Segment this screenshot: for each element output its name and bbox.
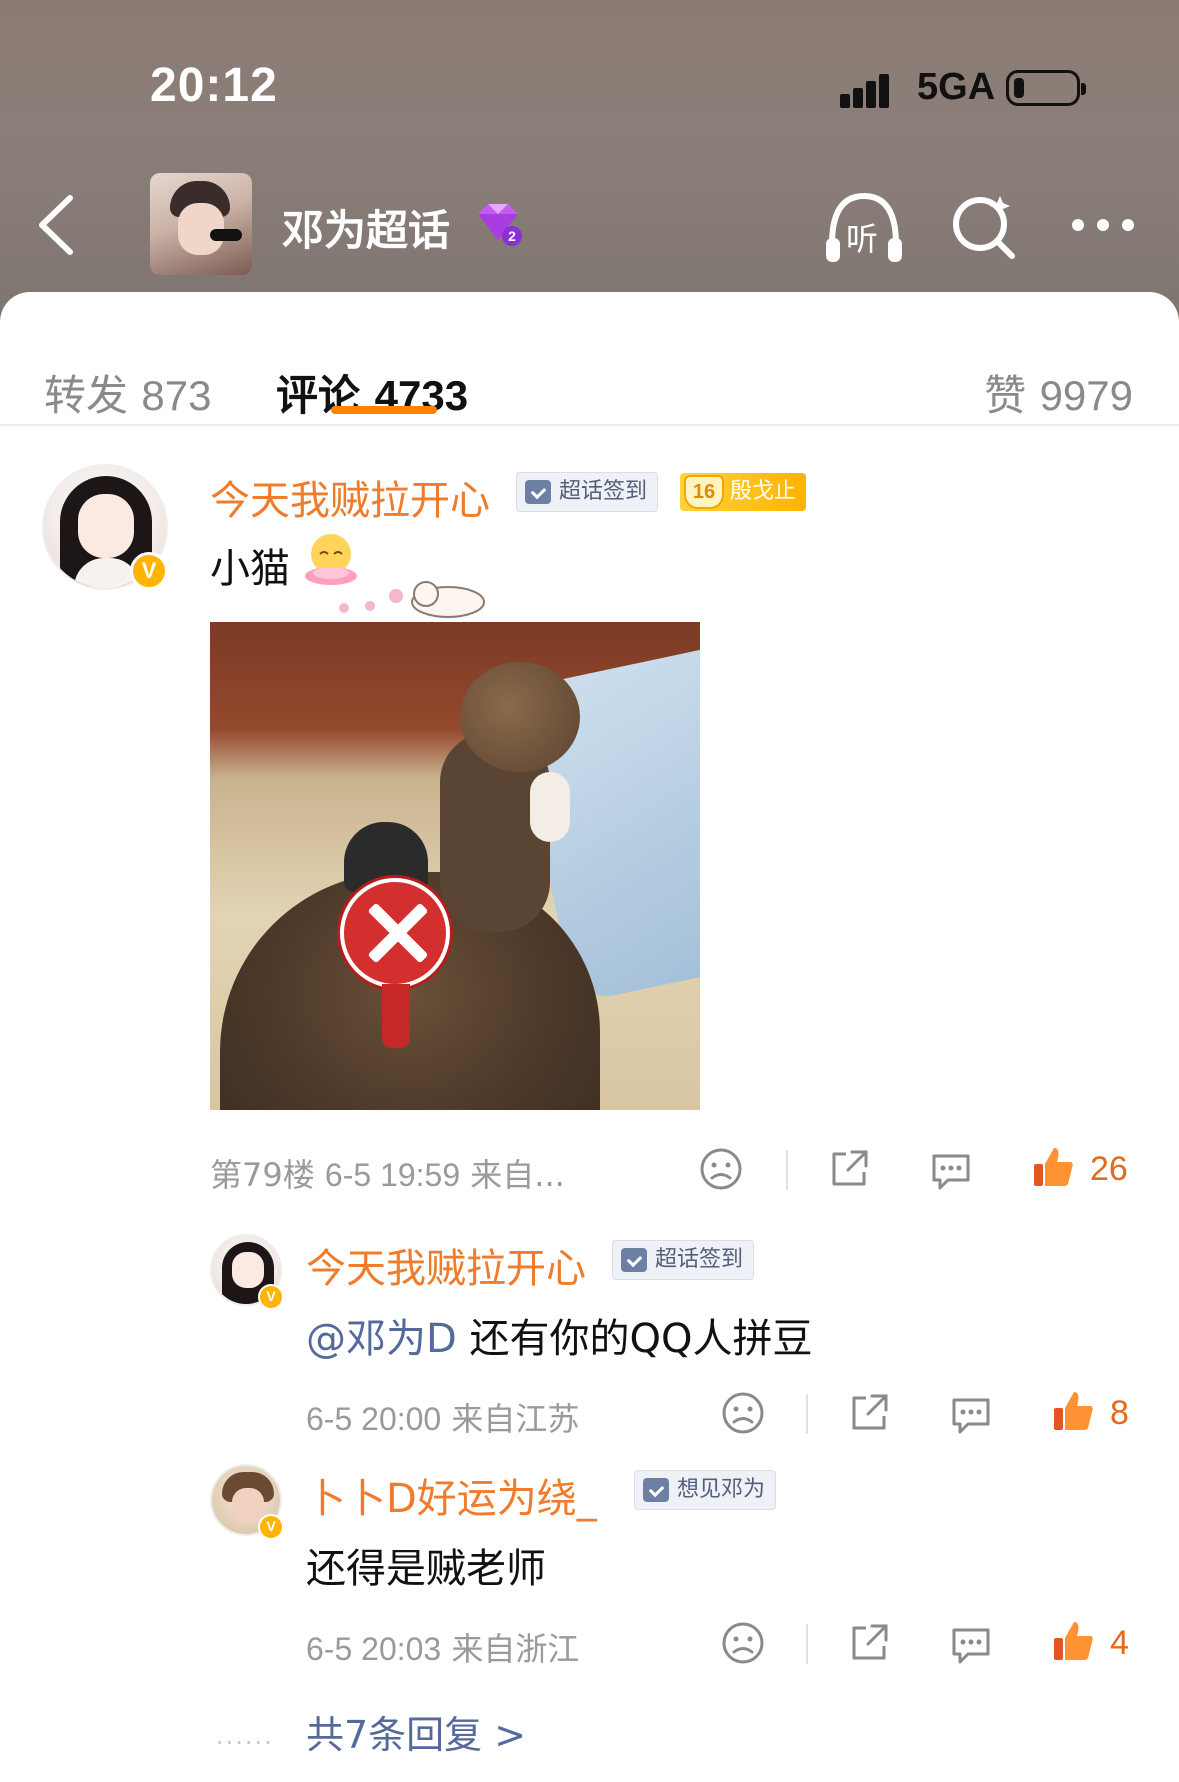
verified-badge-icon: V	[258, 1284, 284, 1310]
comment-source: 来自...	[470, 1156, 565, 1194]
reply-comment-icon[interactable]	[948, 1392, 994, 1438]
calendar-check-icon	[621, 1248, 647, 1272]
signin-tag-label: 超话签到	[559, 479, 648, 504]
tab-repost[interactable]: 转发 873	[44, 362, 211, 423]
topic-title[interactable]: 邓为超话	[282, 197, 450, 258]
tab-repost-count: 873	[141, 372, 212, 419]
topic-avatar[interactable]	[150, 173, 252, 275]
verified-badge-icon: V	[258, 1514, 284, 1540]
calendar-check-icon	[525, 480, 551, 504]
svg-text:2: 2	[508, 228, 516, 244]
more-button[interactable]	[1068, 210, 1138, 240]
share-icon[interactable]	[846, 1390, 892, 1436]
reply-like-count: 4	[1110, 1624, 1129, 1662]
signin-tag-label: 超话签到	[655, 1247, 744, 1272]
reply-like-count: 8	[1110, 1394, 1129, 1432]
thumbs-up-icon[interactable]	[1030, 1144, 1076, 1190]
reply-text: 还得是贼老师	[306, 1546, 546, 1592]
reply-source: 来自浙江	[451, 1630, 580, 1668]
rank-level-icon: 16	[684, 475, 724, 509]
listen-button[interactable]: 听	[822, 188, 906, 268]
more-replies-dots: ......	[216, 1722, 274, 1750]
status-time: 20:12	[150, 59, 278, 112]
fan-tag-label: 想见邓为	[677, 1477, 766, 1502]
more-icon	[1072, 219, 1134, 231]
verified-badge-icon: V	[130, 552, 168, 590]
calendar-check-icon	[643, 1478, 669, 1502]
tab-likes-count: 9979	[1039, 372, 1133, 419]
comment-like-count: 26	[1090, 1150, 1128, 1188]
reply-text: @邓为D 还有你的QQ人拼豆	[306, 1306, 813, 1364]
signal-icon	[840, 68, 900, 108]
search-icon	[953, 196, 1015, 259]
signin-tag[interactable]: 超话签到	[516, 472, 659, 512]
reply-body: 还有你的QQ人拼豆	[456, 1316, 813, 1362]
network-label: 5GA	[917, 66, 996, 108]
dislike-face-icon[interactable]	[720, 1390, 766, 1436]
search-button[interactable]	[950, 190, 1018, 262]
comment-text: 小猫	[210, 546, 290, 592]
listen-label: 听	[846, 220, 879, 258]
action-separator	[806, 1394, 808, 1434]
comment-datetime: 6-5 19:59	[324, 1157, 461, 1193]
reply-username[interactable]: 卜卜D好运为绕_	[306, 1466, 597, 1524]
dislike-face-icon[interactable]	[698, 1146, 744, 1192]
tab-likes-label: 赞	[984, 371, 1027, 420]
comment-meta: 第79楼 6-5 19:59 来自...	[210, 1150, 565, 1196]
tab-likes[interactable]: 赞 9979	[984, 362, 1133, 423]
tab-divider	[0, 424, 1179, 426]
reply-meta: 6-5 20:00 来自江苏	[306, 1394, 579, 1440]
dislike-face-icon[interactable]	[720, 1620, 766, 1666]
reply-comment-icon[interactable]	[928, 1148, 974, 1194]
reply-datetime: 6-5 20:00	[306, 1401, 442, 1437]
comment-image[interactable]	[210, 622, 700, 1110]
comment-floor: 第79楼	[210, 1156, 315, 1194]
mention-link[interactable]: @邓为D	[306, 1316, 457, 1362]
gem-level-icon: 2	[478, 204, 522, 246]
rank-tag-label: 殷戈止	[730, 479, 797, 504]
thumbs-up-icon[interactable]	[1050, 1388, 1096, 1434]
reply-comment-icon[interactable]	[948, 1622, 994, 1668]
more-replies-link[interactable]: 共7条回复 >	[306, 1704, 526, 1759]
back-icon	[39, 195, 73, 255]
reply-meta: 6-5 20:03 来自浙江	[306, 1624, 579, 1670]
tab-repost-label: 转发	[44, 371, 129, 420]
tab-active-indicator	[331, 406, 437, 414]
reply-username[interactable]: 今天我贼拉开心	[306, 1236, 586, 1294]
tab-bar: 转发 873 评论 4733 赞 9979	[0, 322, 1179, 420]
action-separator	[786, 1150, 788, 1190]
battery-icon	[1006, 70, 1086, 106]
signin-tag[interactable]: 超话签到	[612, 1240, 755, 1280]
back-button[interactable]	[30, 190, 90, 260]
battery-fill	[1014, 78, 1024, 98]
fan-tag[interactable]: 想见邓为	[634, 1470, 777, 1510]
share-icon[interactable]	[846, 1620, 892, 1666]
sleeping-cat-sticker-icon	[339, 581, 485, 618]
comment-username[interactable]: 今天我贼拉开心	[210, 468, 490, 526]
reply-datetime: 6-5 20:03	[306, 1631, 442, 1667]
share-icon[interactable]	[826, 1146, 872, 1192]
thumbs-up-icon[interactable]	[1050, 1618, 1096, 1664]
rank-tag[interactable]: 16 殷戈止	[680, 473, 807, 511]
action-separator	[806, 1624, 808, 1664]
reply-source: 来自江苏	[451, 1400, 580, 1438]
